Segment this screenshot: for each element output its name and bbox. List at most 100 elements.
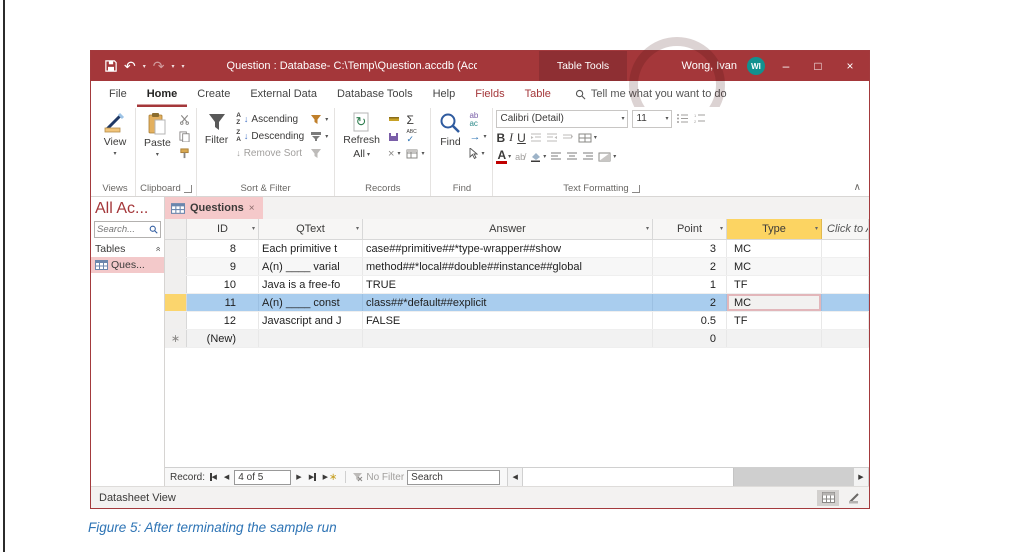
refresh-all-button[interactable]: ↻ Refresh All ▾	[338, 109, 385, 160]
find-button[interactable]: Find	[434, 109, 466, 148]
chevron-down-icon[interactable]: ▾	[646, 225, 649, 232]
save-icon[interactable]	[105, 60, 117, 72]
design-view-toggle[interactable]	[843, 490, 865, 506]
tab-table[interactable]: Table	[515, 81, 561, 107]
view-button[interactable]: View ▾	[98, 109, 132, 157]
align-center-icon[interactable]	[566, 152, 578, 161]
column-header-click-to-add[interactable]: Click to A	[822, 219, 869, 239]
cell-qtext[interactable]: Javascript and J	[259, 312, 363, 329]
new-record-button[interactable]	[386, 112, 402, 127]
delete-record-button[interactable]: × ▾	[386, 146, 402, 161]
cell-click-to-add[interactable]	[822, 330, 869, 347]
undo-icon[interactable]: ↶	[124, 59, 136, 73]
italic-button[interactable]: I	[509, 130, 513, 145]
scrollbar-thumb[interactable]	[523, 468, 735, 486]
cell-click-to-add[interactable]	[822, 312, 869, 329]
qat-customize-icon[interactable]: ▾	[182, 63, 185, 70]
record-search-box[interactable]: Search	[407, 469, 501, 485]
new-record-row[interactable]: ∗ (New) 0	[165, 330, 869, 348]
row-selector[interactable]	[165, 312, 187, 329]
row-selector[interactable]	[165, 258, 187, 275]
cell-id[interactable]: 10	[187, 276, 259, 293]
format-painter-button[interactable]	[177, 146, 192, 161]
select-all-corner[interactable]	[165, 219, 187, 239]
tab-questions[interactable]: Questions ×	[165, 197, 263, 219]
table-row[interactable]: 9 A(n) ____ varial method##*local##double#…	[165, 258, 869, 276]
filter-button[interactable]: Filter	[200, 109, 233, 146]
cell-type[interactable]: MC	[727, 258, 822, 275]
cell-id[interactable]: 11	[187, 294, 259, 311]
nav-group-tables[interactable]: Tables »	[91, 239, 164, 257]
tab-file[interactable]: File	[99, 81, 137, 107]
cell-click-to-add[interactable]	[822, 294, 869, 311]
background-color-button[interactable]: ▾	[529, 151, 546, 162]
cell-answer[interactable]: FALSE	[363, 312, 653, 329]
advanced-filter-button[interactable]: ▾	[308, 129, 330, 144]
clipboard-dialog-launcher-icon[interactable]	[183, 184, 192, 193]
ascending-button[interactable]: AZ ↓ Ascending	[234, 112, 306, 127]
cell-qtext[interactable]	[259, 330, 363, 347]
chevron-down-icon[interactable]: ▾	[815, 225, 818, 232]
text-formatting-dialog-launcher-icon[interactable]	[631, 184, 640, 193]
cell-id[interactable]: (New)	[187, 330, 259, 347]
bullets-icon[interactable]	[676, 113, 689, 124]
selection-filter-button[interactable]: ▾	[308, 112, 330, 127]
scrollbar-track[interactable]	[734, 468, 853, 486]
cell-id[interactable]: 9	[187, 258, 259, 275]
maximize-button[interactable]: □	[807, 59, 829, 73]
cell-qtext[interactable]: Each primitive t	[259, 240, 363, 257]
close-tab-icon[interactable]: ×	[249, 203, 255, 214]
datasheet-view-toggle[interactable]	[817, 489, 839, 506]
cell-click-to-add[interactable]	[822, 276, 869, 293]
column-header-qtext[interactable]: QText ▾	[259, 219, 363, 239]
table-row[interactable]: 10 Java is a free-fo TRUE 1 TF	[165, 276, 869, 294]
cell-qtext[interactable]: A(n) ____ const	[259, 294, 363, 311]
first-record-button[interactable]: ◀	[208, 473, 219, 481]
cell-id[interactable]: 12	[187, 312, 259, 329]
cell-answer[interactable]: method##*local##double##instance##global	[363, 258, 653, 275]
table-row[interactable]: 11 A(n) ____ const class##*default##explic…	[165, 294, 869, 312]
chevron-down-icon[interactable]: ▾	[356, 225, 359, 232]
tab-create[interactable]: Create	[187, 81, 240, 107]
last-record-button[interactable]: ▶	[307, 473, 318, 481]
cell-click-to-add[interactable]	[822, 258, 869, 275]
font-color-button[interactable]: A ▾	[496, 149, 511, 164]
column-header-answer[interactable]: Answer ▾	[363, 219, 653, 239]
record-position-box[interactable]: 4 of 5	[234, 469, 292, 485]
previous-record-button[interactable]: ◀	[222, 473, 231, 481]
cell-type[interactable]: TF	[727, 276, 822, 293]
cell-answer[interactable]: class##*default##explicit	[363, 294, 653, 311]
tab-database-tools[interactable]: Database Tools	[327, 81, 423, 107]
cell-answer[interactable]: case##primitive##*type-wrapper##show	[363, 240, 653, 257]
spelling-button[interactable]: ABC ✓	[404, 129, 426, 144]
cell-answer[interactable]	[363, 330, 653, 347]
cell-point[interactable]: 0	[653, 330, 727, 347]
tell-me-box[interactable]: Tell me what you want to do	[575, 88, 727, 100]
horizontal-scrollbar[interactable]: ◀ ▶	[507, 468, 869, 486]
chevron-down-icon[interactable]: ▾	[720, 225, 723, 232]
font-name-select[interactable]: Calibri (Detail) ▾	[496, 109, 629, 128]
tab-external-data[interactable]: External Data	[240, 81, 327, 107]
cell-type[interactable]: MC	[727, 240, 822, 257]
undo-caret-icon[interactable]: ▾	[143, 63, 146, 70]
bold-button[interactable]: B	[496, 131, 505, 145]
cell-click-to-add[interactable]	[822, 240, 869, 257]
font-size-select[interactable]: 11 ▾	[632, 109, 673, 128]
more-button[interactable]: ▾	[404, 146, 426, 161]
cell-point[interactable]: 1	[653, 276, 727, 293]
column-header-point[interactable]: Point ▾	[653, 219, 727, 239]
collapse-ribbon-icon[interactable]: ∧	[854, 182, 861, 193]
cell-point[interactable]: 3	[653, 240, 727, 257]
cut-button[interactable]	[177, 112, 192, 127]
cell-point[interactable]: 2	[653, 294, 727, 311]
replace-button[interactable]: ab ac	[467, 111, 488, 127]
row-selector[interactable]	[165, 276, 187, 293]
close-button[interactable]: ×	[839, 59, 861, 73]
table-row[interactable]: 8 Each primitive t case##primitive##*type-…	[165, 240, 869, 258]
no-filter-button[interactable]: No Filter	[352, 472, 404, 483]
gridline-color-button[interactable]: ▾	[598, 152, 616, 162]
row-selector[interactable]	[165, 240, 187, 257]
column-header-type[interactable]: Type ▾	[727, 219, 822, 239]
select-button[interactable]: ▾	[467, 146, 488, 161]
numbering-icon[interactable]: 12	[693, 113, 706, 124]
